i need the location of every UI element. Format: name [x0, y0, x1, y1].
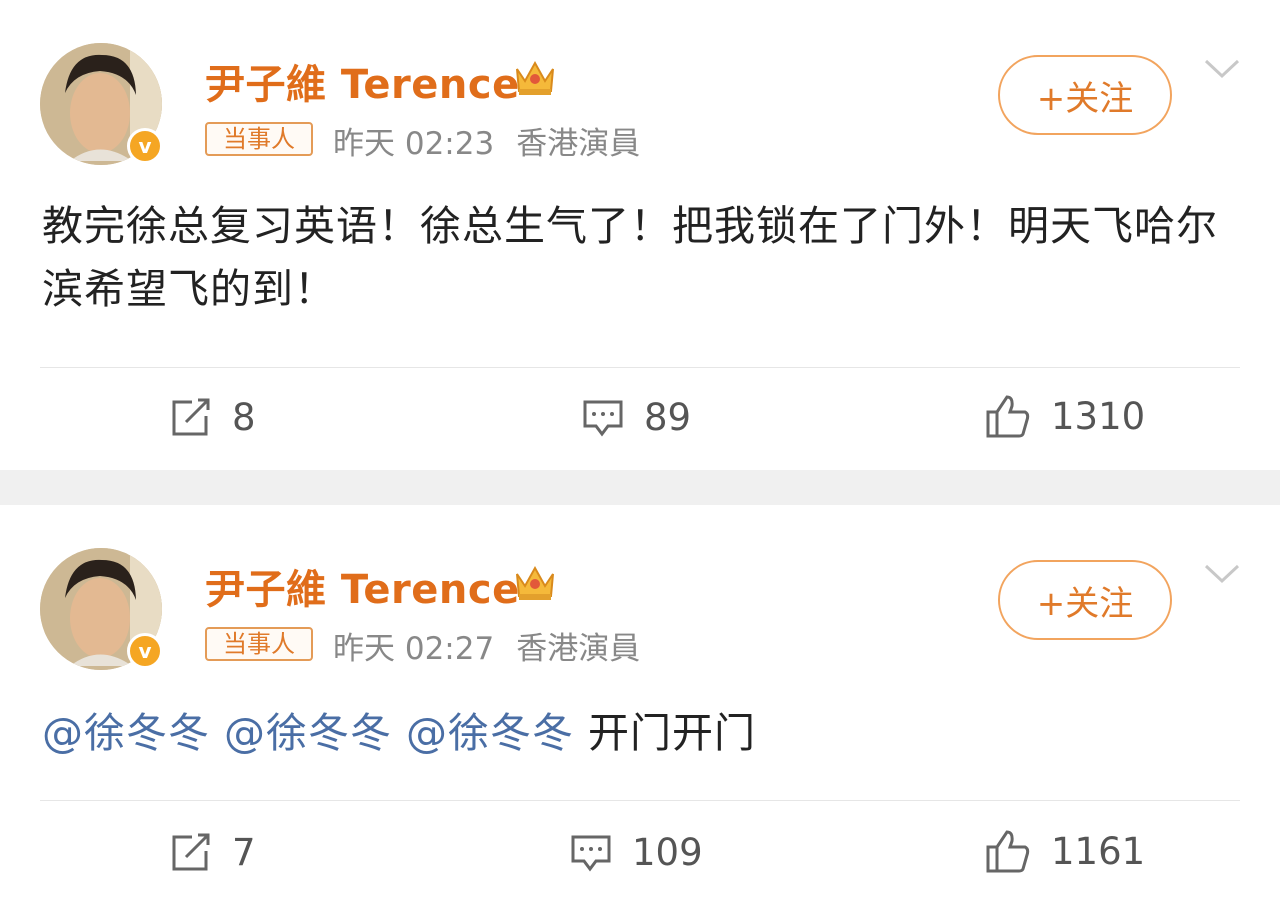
post-meta: 昨天 02:23 香港演員 [333, 118, 662, 163]
post-time: 昨天 02:23 [333, 126, 495, 162]
post-body: 开门开门 [588, 709, 756, 757]
like-count: 1310 [1051, 394, 1146, 438]
crown-icon [516, 60, 554, 95]
verified-v-icon: v [127, 633, 163, 669]
follow-button[interactable]: +关注 [998, 55, 1172, 135]
mention-link[interactable]: @徐冬冬 [406, 709, 574, 757]
chevron-down-icon[interactable] [1203, 57, 1241, 81]
divider [40, 800, 1240, 801]
repost-icon [172, 833, 210, 870]
mention-link[interactable]: @徐冬冬 [42, 709, 210, 757]
post-time: 昨天 02:27 [333, 631, 495, 667]
post-source: 香港演員 [516, 126, 641, 162]
participant-badge: 当事人 [205, 122, 313, 156]
chevron-down-icon[interactable] [1203, 562, 1241, 586]
comment-button[interactable]: 89 [582, 396, 691, 439]
comment-icon [571, 835, 611, 871]
post-meta: 昨天 02:27 香港演員 [333, 623, 662, 668]
repost-count: 8 [232, 396, 256, 439]
author-name[interactable]: 尹子維 Terence [205, 52, 520, 110]
repost-button[interactable]: 7 [170, 831, 256, 874]
participant-badge: 当事人 [205, 627, 313, 661]
post-text: 教完徐总复习英语！徐总生气了！把我锁在了门外！明天飞哈尔滨希望飞的到！ [42, 202, 1218, 313]
comment-count: 89 [644, 396, 692, 439]
like-icon [986, 395, 1030, 438]
verified-v-icon: v [127, 128, 163, 164]
repost-icon [172, 398, 210, 435]
author-name[interactable]: 尹子維 Terence [205, 557, 520, 615]
comment-button[interactable]: 109 [570, 831, 703, 874]
like-button[interactable]: 1161 [985, 829, 1145, 873]
mention-link[interactable]: @徐冬冬 [224, 709, 392, 757]
crown-icon [516, 565, 554, 600]
post-source: 香港演員 [516, 631, 641, 667]
divider [40, 367, 1240, 368]
weibo-post: v 尹子維 Terence 当事人 昨天 02:23 香港演員 +关注 教完徐总复… [0, 0, 1280, 470]
like-icon [986, 830, 1030, 873]
repost-button[interactable]: 8 [170, 396, 256, 439]
repost-count: 7 [232, 831, 256, 874]
post-text: @徐冬冬 @徐冬冬 @徐冬冬 开门开门 [42, 702, 1242, 765]
weibo-post: v 尹子維 Terence 当事人 昨天 02:27 香港演員 +关注 @徐冬冬 @… [0, 505, 1280, 911]
comment-icon [583, 400, 623, 436]
feed-separator [0, 470, 1280, 505]
like-button[interactable]: 1310 [985, 394, 1145, 438]
comment-count: 109 [632, 831, 703, 874]
like-count: 1161 [1051, 829, 1146, 873]
follow-button[interactable]: +关注 [998, 560, 1172, 640]
